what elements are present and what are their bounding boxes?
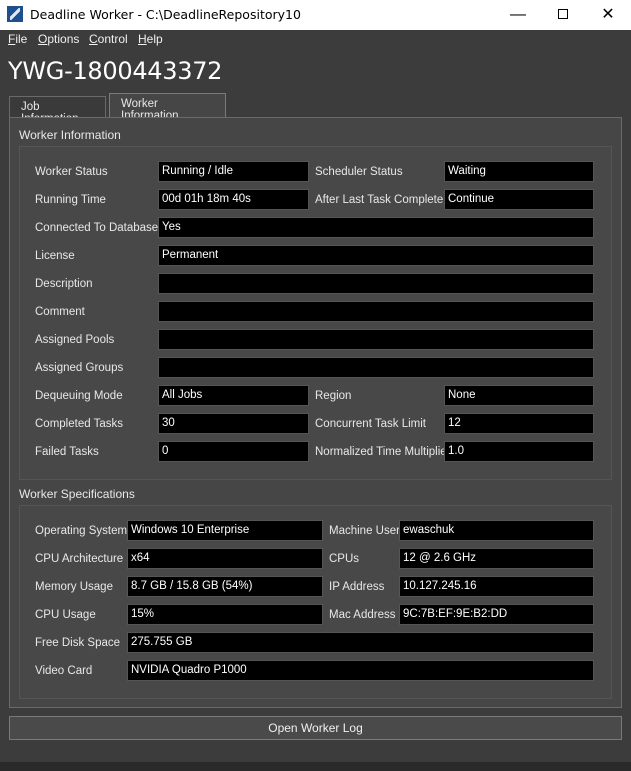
worker-specifications-group-title: Worker Specifications	[19, 487, 135, 501]
video-card-field[interactable]: NVIDIA Quadro P1000	[127, 660, 594, 681]
deadline-app-icon	[7, 6, 23, 22]
close-icon: ✕	[601, 6, 615, 23]
video-card-label: Video Card	[35, 665, 93, 677]
connected-to-database-field[interactable]: Yes	[158, 217, 594, 238]
window-title: Deadline Worker - C:\DeadlineRepository1…	[30, 7, 301, 22]
cpu-architecture-label: CPU Architecture	[35, 553, 124, 565]
open-worker-log-button[interactable]: Open Worker Log	[9, 716, 622, 740]
title-bar: Deadline Worker - C:\DeadlineRepository1…	[0, 0, 631, 30]
assigned-pools-label: Assigned Pools	[35, 334, 115, 346]
comment-field[interactable]	[158, 301, 594, 322]
memory-usage-label: Memory Usage	[35, 581, 113, 593]
failed-tasks-label: Failed Tasks	[35, 446, 99, 458]
normalized-time-multiplier-field[interactable]: 1.0	[444, 441, 594, 462]
region-label: Region	[315, 390, 352, 402]
cpus-label: CPUs	[329, 553, 360, 565]
dequeuing-mode-field[interactable]: All Jobs	[158, 385, 309, 406]
cpu-usage-field[interactable]: 15%	[127, 604, 323, 625]
worker-information-group-title: Worker Information	[19, 128, 121, 142]
operating-system-label: Operating System	[35, 525, 128, 537]
menu-control[interactable]: Control	[89, 32, 128, 46]
completed-tasks-label: Completed Tasks	[35, 418, 123, 430]
failed-tasks-field[interactable]: 0	[158, 441, 309, 462]
cpu-usage-label: CPU Usage	[35, 609, 96, 621]
description-field[interactable]	[158, 273, 594, 294]
free-disk-space-label: Free Disk Space	[35, 637, 121, 649]
cpus-field[interactable]: 12 @ 2.6 GHz	[399, 548, 594, 569]
license-field[interactable]: Permanent	[158, 245, 594, 266]
after-last-task-label: After Last Task Complete	[315, 194, 444, 206]
menu-options[interactable]: Options	[38, 32, 79, 46]
comment-label: Comment	[35, 306, 85, 318]
dequeuing-mode-label: Dequeuing Mode	[35, 390, 123, 402]
license-label: License	[35, 250, 75, 262]
assigned-groups-field[interactable]	[158, 357, 594, 378]
maximize-icon	[558, 9, 568, 19]
free-disk-space-field[interactable]: 275.755 GB	[127, 632, 594, 653]
scheduler-status-label: Scheduler Status	[315, 166, 403, 178]
minimize-icon: —	[510, 6, 526, 23]
worker-status-field[interactable]: Running / Idle	[158, 161, 309, 182]
mac-address-label: Mac Address	[329, 609, 396, 621]
worker-hostname: YWG-1800443372	[8, 57, 223, 85]
minimize-button[interactable]: —	[495, 0, 541, 30]
machine-user-label: Machine User	[329, 525, 400, 537]
menu-help[interactable]: Help	[138, 32, 163, 46]
memory-usage-field[interactable]: 8.7 GB / 15.8 GB (54%)	[127, 576, 323, 597]
worker-status-label: Worker Status	[35, 166, 108, 178]
running-time-label: Running Time	[35, 194, 106, 206]
mac-address-field[interactable]: 9C:7B:EF:9E:B2:DD	[399, 604, 594, 625]
menu-file[interactable]: File	[8, 32, 27, 46]
description-label: Description	[35, 278, 93, 290]
normalized-time-multiplier-label: Normalized Time Multiplier	[315, 446, 451, 458]
operating-system-field[interactable]: Windows 10 Enterprise	[127, 520, 323, 541]
concurrent-task-limit-label: Concurrent Task Limit	[315, 418, 426, 430]
tab-job-information[interactable]: Job Information	[9, 96, 106, 125]
connected-to-database-label: Connected To Database	[35, 222, 159, 234]
taskbar-strip	[0, 762, 631, 771]
ip-address-field[interactable]: 10.127.245.16	[399, 576, 594, 597]
completed-tasks-field[interactable]: 30	[158, 413, 309, 434]
running-time-field[interactable]: 00d 01h 18m 40s	[158, 189, 309, 210]
scheduler-status-field[interactable]: Waiting	[444, 161, 594, 182]
region-field[interactable]: None	[444, 385, 594, 406]
machine-user-field[interactable]: ewaschuk	[399, 520, 594, 541]
close-button[interactable]: ✕	[585, 0, 631, 30]
tab-worker-information[interactable]: Worker Information	[109, 93, 226, 122]
cpu-architecture-field[interactable]: x64	[127, 548, 323, 569]
maximize-button[interactable]	[540, 0, 586, 30]
concurrent-task-limit-field[interactable]: 12	[444, 413, 594, 434]
assigned-pools-field[interactable]	[158, 329, 594, 350]
ip-address-label: IP Address	[329, 581, 385, 593]
after-last-task-field[interactable]: Continue	[444, 189, 594, 210]
menu-bar: File Options Control Help	[0, 30, 631, 50]
assigned-groups-label: Assigned Groups	[35, 362, 124, 374]
